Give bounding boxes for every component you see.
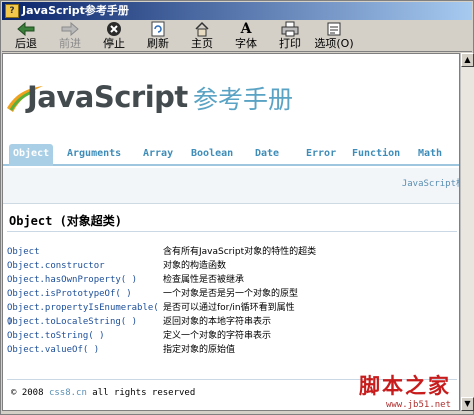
page-title: Object (对象超类) xyxy=(9,214,123,228)
watermark: 脚本之家 www.jb51.net xyxy=(359,370,451,410)
title-bar: ? JavaScript参考手册 xyxy=(2,2,472,20)
tab-object[interactable]: Object xyxy=(9,144,54,166)
content-pane: JavaScript 参考手册 Object Arguments Array B… xyxy=(2,53,460,411)
list-item: Object.toString( ) 定义一个对象的字符串表示 xyxy=(7,329,457,343)
list-item: Object.propertyIsEnumerable( ) 是否可以通过for/… xyxy=(7,301,457,327)
refresh-icon xyxy=(148,21,168,37)
member-description: 对象的构造函数 xyxy=(163,261,227,271)
options-icon xyxy=(324,21,344,37)
member-link[interactable]: Object xyxy=(7,245,163,259)
options-label: 选项(O) xyxy=(314,37,354,50)
refresh-button[interactable]: 刷新 xyxy=(136,20,180,52)
print-icon xyxy=(280,21,300,37)
stop-label: 停止 xyxy=(103,37,125,50)
font-icon: A xyxy=(240,21,252,37)
breadcrumb[interactable]: JavaScript核 xyxy=(402,176,459,189)
footer-copyright: © 2008 xyxy=(11,388,44,398)
scroll-down-icon[interactable]: ▼ xyxy=(461,397,474,411)
back-button[interactable]: 后退 xyxy=(4,20,48,52)
breadcrumb-bar: JavaScript核 xyxy=(3,168,459,204)
tab-function[interactable]: Function xyxy=(352,144,400,166)
forward-button[interactable]: 前进 xyxy=(48,20,92,52)
forward-label: 前进 xyxy=(59,37,81,50)
member-description: 定义一个对象的字符串表示 xyxy=(163,331,272,341)
footer: © 2008 css8.cn all rights reserved xyxy=(11,388,195,398)
member-description: 含有所有JavaScript对象的特性的超类 xyxy=(163,247,317,257)
member-link[interactable]: Object.constructor xyxy=(7,259,163,273)
member-link[interactable]: Object.propertyIsEnumerable( ) xyxy=(7,301,163,327)
tab-date[interactable]: Date xyxy=(255,144,279,166)
window-title: JavaScript参考手册 xyxy=(22,4,129,17)
forward-arrow-icon xyxy=(60,21,80,37)
tab-arguments[interactable]: Arguments xyxy=(67,144,121,166)
tab-array[interactable]: Array xyxy=(143,144,173,166)
footer-link[interactable]: css8.cn xyxy=(49,388,87,398)
list-item: Object.toLocaleString( ) 返回对象的本地字符串表示 xyxy=(7,315,457,329)
logo-text: JavaScript xyxy=(27,80,188,114)
member-link[interactable]: Object.valueOf( ) xyxy=(7,343,163,357)
list-item: Object.isPrototypeOf( ) 一个对象是否是另一个对象的原型 xyxy=(7,287,457,301)
member-description: 返回对象的本地字符串表示 xyxy=(163,317,272,327)
list-item: Object.hasOwnProperty( ) 检查属性是否被继承 xyxy=(7,273,457,287)
list-item: Object.valueOf( ) 指定对象的原始值 xyxy=(7,343,457,357)
home-icon xyxy=(192,21,212,37)
print-label: 打印 xyxy=(279,37,301,50)
book-icon: ? xyxy=(5,4,19,18)
options-button[interactable]: 选项(O) xyxy=(312,20,356,52)
list-item: Object.constructor 对象的构造函数 xyxy=(7,259,457,273)
category-nav: Object Arguments Array Boolean Date Erro… xyxy=(3,142,459,166)
print-button[interactable]: 打印 xyxy=(268,20,312,52)
scroll-up-icon[interactable]: ▲ xyxy=(461,53,474,67)
vertical-scrollbar[interactable]: ▲ ▼ xyxy=(460,53,474,411)
logo-subtitle: 参考手册 xyxy=(193,85,294,114)
tab-math[interactable]: Math xyxy=(418,144,442,166)
home-button[interactable]: 主页 xyxy=(180,20,224,52)
watermark-url: www.jb51.net xyxy=(385,400,451,410)
member-link[interactable]: Object.toLocaleString( ) xyxy=(7,315,163,329)
tab-boolean[interactable]: Boolean xyxy=(191,144,233,166)
member-link[interactable]: Object.isPrototypeOf( ) xyxy=(7,287,163,301)
member-description: 是否可以通过for/in循环看到属性 xyxy=(163,303,295,313)
member-link[interactable]: Object.hasOwnProperty( ) xyxy=(7,273,163,287)
member-description: 检查属性是否被继承 xyxy=(163,275,245,285)
font-label: 字体 xyxy=(235,37,257,50)
back-arrow-icon xyxy=(16,21,36,37)
member-list: Object 含有所有JavaScript对象的特性的超类 Object.cons… xyxy=(7,245,457,357)
member-description: 指定对象的原始值 xyxy=(163,345,236,355)
font-button[interactable]: A 字体 xyxy=(224,20,268,52)
refresh-label: 刷新 xyxy=(147,37,169,50)
stop-icon xyxy=(104,21,124,37)
divider xyxy=(7,231,457,232)
back-label: 后退 xyxy=(15,37,37,50)
footer-rights: all rights reserved xyxy=(92,388,196,398)
list-item: Object 含有所有JavaScript对象的特性的超类 xyxy=(7,245,457,259)
page-header: JavaScript 参考手册 xyxy=(3,54,459,142)
help-window: ? JavaScript参考手册 后退 前进 停止 刷新 主页 A 字体 打印 … xyxy=(0,0,474,415)
home-label: 主页 xyxy=(191,37,213,50)
member-description: 一个对象是否是另一个对象的原型 xyxy=(163,289,299,299)
stop-button[interactable]: 停止 xyxy=(92,20,136,52)
member-link[interactable]: Object.toString( ) xyxy=(7,329,163,343)
watermark-title: 脚本之家 xyxy=(359,374,451,398)
toolbar: 后退 前进 停止 刷新 主页 A 字体 打印 选项(O) xyxy=(2,20,472,52)
tab-error[interactable]: Error xyxy=(306,144,336,166)
